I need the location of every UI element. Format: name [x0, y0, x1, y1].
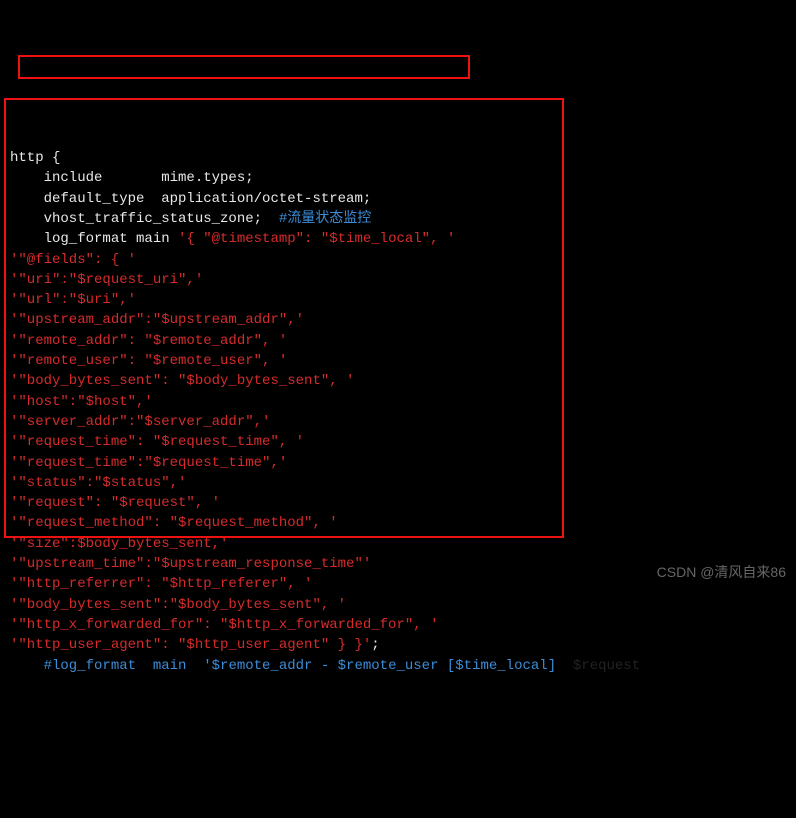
watermark: CSDN @清风自来86 [657, 562, 786, 582]
line-http: http { [10, 148, 786, 168]
log-entry-14: '"size":$body_bytes_sent,' [10, 534, 786, 554]
log-entry-10: '"request_time":"$request_time",' [10, 453, 786, 473]
log-entry-13: '"request_method": "$request_method", ' [10, 513, 786, 533]
log-entry-last: '"http_user_agent": "$http_user_agent" }… [10, 635, 786, 655]
vhost-directive: vhost_traffic_status_zone; [10, 211, 262, 227]
log-entry-9: '"request_time": "$request_time", ' [10, 432, 786, 452]
log-entry-6: '"body_bytes_sent": "$body_bytes_sent", … [10, 371, 786, 391]
log-format-end: '"http_user_agent": "$http_user_agent" }… [10, 637, 371, 653]
log-entry-8: '"server_addr":"$server_addr",' [10, 412, 786, 432]
log-entry-7: '"host":"$host",' [10, 392, 786, 412]
log-entry-5: '"remote_user": "$remote_user", ' [10, 351, 786, 371]
line-default-type: default_type application/octet-stream; [10, 189, 786, 209]
log-entry-17: '"body_bytes_sent":"$body_bytes_sent", ' [10, 595, 786, 615]
footer-format: '$remote_addr - $remote_user [$time_loca… [203, 658, 556, 674]
log-entry-18: '"http_x_forwarded_for": "$http_x_forwar… [10, 615, 786, 635]
vhost-comment: #流量状态监控 [262, 211, 371, 227]
log-entry-3: '"upstream_addr":"$upstream_addr",' [10, 310, 786, 330]
log-entry-0: '"@fields": { ' [10, 250, 786, 270]
line-footer-comment: #log_format main '$remote_addr - $remote… [10, 656, 786, 676]
log-entry-1: '"uri":"$request_uri",' [10, 270, 786, 290]
log-entry-11: '"status":"$status",' [10, 473, 786, 493]
log-entry-4: '"remote_addr": "$remote_addr", ' [10, 331, 786, 351]
log-entry-12: '"request": "$request", ' [10, 493, 786, 513]
line-vhost: vhost_traffic_status_zone; #流量状态监控 [10, 209, 786, 229]
line-include: include mime.types; [10, 168, 786, 188]
highlight-box-1 [18, 55, 470, 79]
log-entry-2: '"url":"$uri",' [10, 290, 786, 310]
footer-keyword: #log_format main [10, 658, 203, 674]
log-format-start: '{ "@timestamp": "$time_local", ' [178, 231, 455, 247]
line-log-format: log_format main '{ "@timestamp": "$time_… [10, 229, 786, 249]
code-block: http { include mime.types; default_type … [10, 148, 786, 676]
log-format-keyword: log_format main [10, 231, 178, 247]
